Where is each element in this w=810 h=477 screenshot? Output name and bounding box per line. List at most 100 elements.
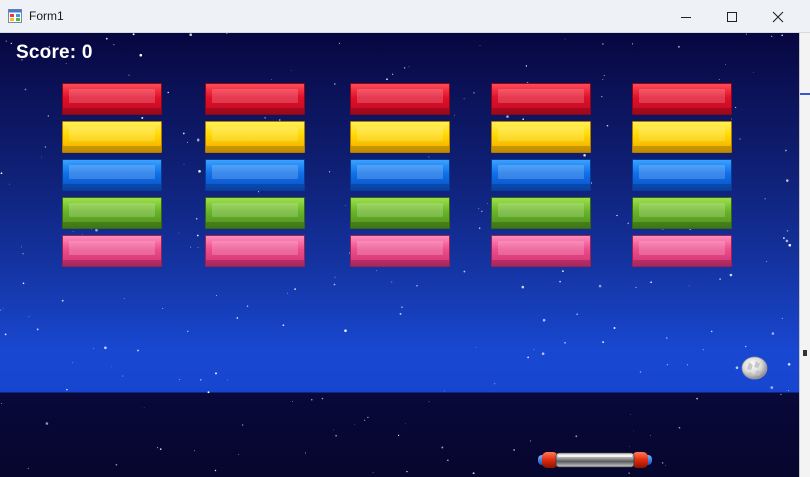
star <box>527 356 529 359</box>
star <box>190 246 192 248</box>
star <box>661 462 664 464</box>
window-title-bar[interactable]: Form1 <box>0 0 810 33</box>
star <box>475 347 477 348</box>
star <box>564 341 566 344</box>
star <box>241 424 244 426</box>
star <box>2 307 4 309</box>
brick-green <box>632 197 732 229</box>
star <box>677 45 680 48</box>
brick-blue <box>632 159 732 191</box>
star <box>525 65 528 67</box>
star <box>113 44 115 46</box>
star <box>428 156 430 158</box>
star <box>463 270 466 273</box>
star <box>603 75 605 76</box>
star <box>441 446 444 449</box>
star <box>753 72 754 74</box>
star <box>628 472 630 474</box>
star <box>143 407 145 409</box>
star <box>132 33 135 36</box>
star <box>391 73 394 75</box>
star <box>238 453 240 455</box>
brick-red <box>491 83 591 115</box>
star <box>731 118 733 120</box>
minimize-button[interactable] <box>663 0 709 33</box>
star <box>226 379 228 381</box>
star <box>162 307 164 309</box>
star <box>93 348 95 349</box>
star <box>335 434 337 437</box>
star <box>28 316 30 318</box>
star <box>264 117 266 119</box>
paddle-icon <box>538 452 652 468</box>
star <box>72 231 74 232</box>
star <box>575 435 578 438</box>
star <box>616 214 618 217</box>
star <box>406 470 408 473</box>
star <box>678 426 681 429</box>
star <box>635 286 637 288</box>
star <box>287 292 288 294</box>
star <box>186 141 188 143</box>
star <box>334 276 336 278</box>
star <box>215 372 217 375</box>
star <box>602 43 604 45</box>
star <box>788 390 790 392</box>
star <box>0 309 2 311</box>
star <box>22 282 25 285</box>
star <box>246 305 249 308</box>
star <box>290 70 292 71</box>
star <box>311 399 313 401</box>
star <box>399 312 402 315</box>
maximize-button[interactable] <box>709 0 755 33</box>
star <box>487 203 488 205</box>
star <box>139 53 143 57</box>
star <box>734 106 737 109</box>
star <box>5 40 7 42</box>
star <box>481 210 483 213</box>
star <box>66 388 68 391</box>
star <box>22 253 24 255</box>
star <box>447 459 449 461</box>
star <box>294 288 296 290</box>
star <box>633 430 635 432</box>
star <box>61 299 64 302</box>
star <box>494 383 496 385</box>
star <box>463 98 465 100</box>
star <box>533 349 535 351</box>
brick-green <box>62 197 162 229</box>
star <box>47 115 49 117</box>
star <box>214 469 217 472</box>
star <box>786 179 789 182</box>
star <box>128 74 130 76</box>
star <box>780 393 782 396</box>
star <box>739 138 741 140</box>
star <box>562 270 564 272</box>
star <box>104 346 107 350</box>
close-icon <box>772 11 784 22</box>
close-button[interactable] <box>755 0 801 33</box>
star <box>333 283 336 286</box>
star <box>44 146 47 148</box>
star <box>506 115 509 118</box>
star <box>401 306 403 309</box>
star <box>627 222 630 225</box>
star <box>428 401 430 403</box>
star <box>702 349 704 351</box>
background-window-accent <box>800 93 810 95</box>
star <box>105 37 108 40</box>
star <box>735 366 739 370</box>
star <box>0 172 3 175</box>
game-canvas[interactable]: Score: 0 <box>0 33 799 477</box>
ball-icon <box>741 356 768 380</box>
star <box>576 313 579 316</box>
star <box>328 171 331 173</box>
star <box>178 232 180 234</box>
brick-green <box>491 197 591 229</box>
star <box>391 281 393 283</box>
star <box>95 228 98 232</box>
brick-blue <box>205 159 305 191</box>
star <box>20 246 22 248</box>
star <box>530 440 531 442</box>
star <box>115 463 118 466</box>
